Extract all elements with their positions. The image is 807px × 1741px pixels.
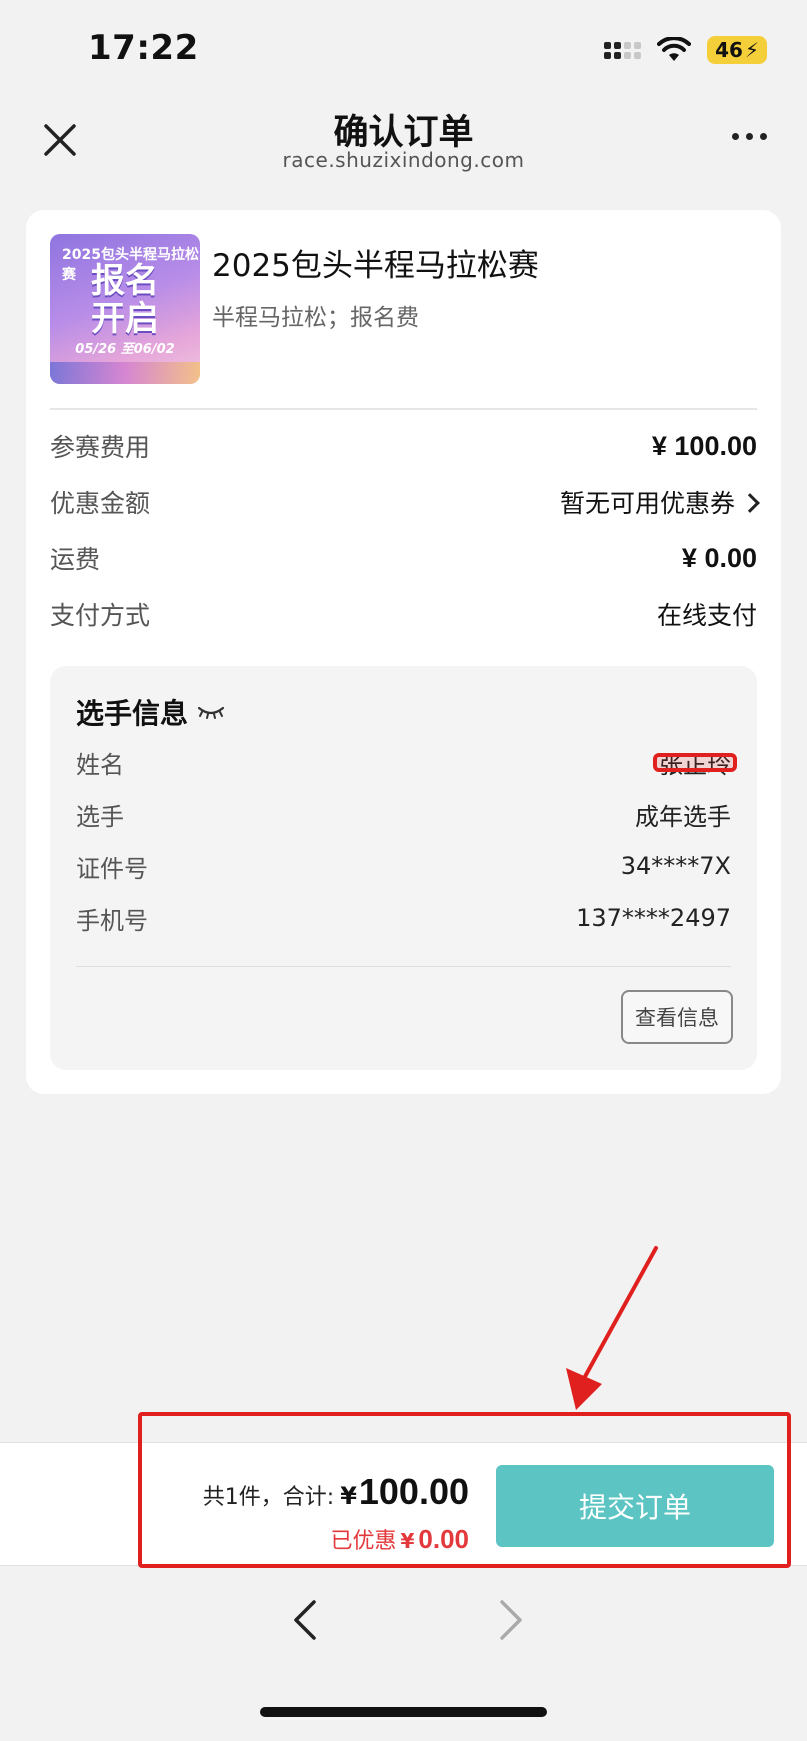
status-icons: 46 ⚡: [604, 36, 767, 64]
entry-fee-value: ¥ 100.00: [651, 430, 757, 461]
thumb-banner-graphic: [50, 362, 200, 384]
forward-arrow-icon[interactable]: [490, 1596, 530, 1644]
player-id-value: 34****7X: [620, 852, 731, 880]
shipping-label: 运费: [50, 545, 101, 574]
player-type-value: 成年选手: [635, 802, 731, 831]
thumb-dates: 05/26 至06/02: [75, 342, 175, 357]
entry-fee-row: 参赛费用 ¥ 100.00: [50, 426, 757, 466]
shipping-row: 运费 ¥ 0.00: [50, 538, 757, 578]
battery-indicator: 46 ⚡: [707, 36, 767, 64]
coupon-value: 暂无可用优惠券: [559, 489, 735, 518]
product-title: 2025包头半程马拉松赛: [212, 248, 539, 284]
player-phone-label: 手机号: [76, 906, 148, 935]
shipping-value: ¥ 0.00: [681, 542, 757, 573]
player-name-label: 姓名: [76, 750, 124, 779]
eye-closed-icon[interactable]: [196, 702, 226, 722]
more-options-icon[interactable]: [732, 133, 767, 140]
player-id-row: 证件号 34****7X: [76, 846, 731, 886]
product-thumbnail: 2025包头半程马拉松赛 报名 开启 05/26 至06/02: [50, 234, 200, 384]
thumb-headline-2: 开启: [91, 299, 159, 339]
discount-row[interactable]: 优惠金额 暂无可用优惠券: [50, 482, 760, 522]
player-name-row: 姓名 张正玲: [76, 742, 737, 782]
player-type-row: 选手 成年选手: [76, 794, 731, 834]
player-name-value: 张正玲: [653, 745, 737, 780]
battery-level: 46: [715, 38, 743, 62]
thumb-headline-1: 报名: [91, 261, 159, 301]
discount-label: 优惠金额: [50, 489, 151, 518]
divider: [76, 966, 731, 967]
product-subtitle: 半程马拉松；报名费: [212, 305, 419, 331]
coupon-selector[interactable]: 暂无可用优惠券: [559, 484, 760, 520]
payment-row: 支付方式 在线支付: [50, 594, 757, 634]
player-phone-value: 137****2497: [576, 904, 731, 932]
player-info-panel: 选手信息 姓名 张正玲 选手 成年选手 证件号 34****7X 手机号 137…: [50, 666, 757, 1070]
player-id-label: 证件号: [76, 854, 148, 883]
chevron-right-icon: [740, 493, 760, 513]
entry-fee-label: 参赛费用: [50, 433, 151, 462]
page-domain: race.shuzixindong.com: [282, 148, 525, 172]
home-indicator[interactable]: [260, 1707, 547, 1717]
view-info-button[interactable]: 查看信息: [621, 990, 733, 1044]
payment-label: 支付方式: [50, 601, 151, 630]
wifi-icon: [657, 37, 692, 61]
charging-bolt-icon: ⚡: [744, 38, 759, 62]
status-time: 17:22: [88, 28, 199, 68]
order-card: 2025包头半程马拉松赛 报名 开启 05/26 至06/02 2025包头半程…: [26, 210, 781, 1094]
thumb-headline: 报名 开启: [50, 262, 200, 338]
annotation-arrow-icon: [566, 1246, 658, 1410]
player-info-heading: 选手信息: [76, 697, 189, 730]
player-type-label: 选手: [76, 802, 124, 831]
back-arrow-icon[interactable]: [286, 1596, 326, 1644]
player-info-title: 选手信息: [76, 692, 226, 732]
cellular-signal-icon: [604, 41, 642, 59]
annotation-highlight-box: [138, 1412, 791, 1568]
divider: [50, 408, 757, 410]
player-phone-row: 手机号 137****2497: [76, 898, 731, 938]
payment-value: 在线支付: [656, 601, 757, 630]
